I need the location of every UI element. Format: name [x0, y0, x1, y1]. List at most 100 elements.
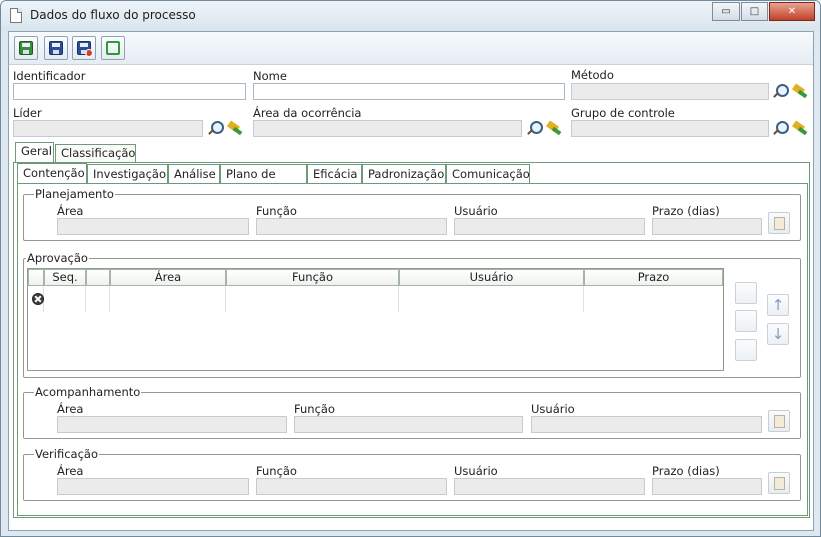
- refresh-icon: [106, 41, 120, 55]
- metodo-clear-button[interactable]: [790, 81, 810, 101]
- lider-clear-button[interactable]: [225, 118, 245, 138]
- acompanhamento-area-label: Área: [57, 402, 84, 416]
- add-record-button[interactable]: [735, 282, 757, 304]
- lider-input: [13, 120, 203, 137]
- subtab-investigacao[interactable]: Investigação: [87, 164, 168, 183]
- grid-header-prazo[interactable]: Prazo: [584, 269, 723, 286]
- toolbar: [9, 32, 813, 65]
- verificacao-prazo-input: [652, 478, 762, 495]
- save-button[interactable]: [14, 36, 38, 60]
- save-close-button[interactable]: [72, 36, 96, 60]
- planejamento-legend: Planejamento: [34, 187, 115, 201]
- save-as-icon: [49, 41, 63, 55]
- save-close-icon: [77, 41, 93, 57]
- area-search-button[interactable]: [524, 118, 544, 138]
- grupo-controle-input: [571, 120, 769, 137]
- title-bar: Dados do fluxo do processo ▭ □ ✕: [1, 1, 820, 31]
- delete-row-icon[interactable]: [32, 293, 44, 305]
- identificador-label: Identificador: [13, 69, 86, 83]
- aprovacao-legend: Aprovação: [26, 251, 89, 265]
- document-icon: [10, 8, 22, 23]
- subtab-comunicacao[interactable]: Comunicação: [446, 164, 530, 183]
- grupo-search-button[interactable]: [770, 118, 790, 138]
- edit-document-icon: [774, 415, 785, 428]
- close-badge-icon: [85, 49, 93, 57]
- metodo-label: Método: [571, 68, 614, 82]
- eraser-icon: [792, 121, 808, 135]
- table-cell: [110, 286, 226, 312]
- edit-document-icon: [774, 217, 785, 230]
- nome-input[interactable]: [253, 83, 565, 100]
- eraser-icon: [792, 84, 808, 98]
- verificacao-area-input: [57, 478, 249, 495]
- geral-panel: Contenção Investigação Análise Plano de …: [13, 162, 810, 518]
- save-icon: [19, 41, 33, 55]
- close-button[interactable]: ✕: [769, 2, 815, 21]
- grid-header-seq[interactable]: Seq.: [44, 269, 86, 286]
- area-ocorrencia-input: [253, 120, 522, 137]
- verificacao-usuario-input: [454, 478, 645, 495]
- subtab-analise[interactable]: Análise: [168, 164, 220, 183]
- acompanhamento-usuario-input: [531, 416, 762, 433]
- subtab-plano-de-acao[interactable]: Plano de ação: [220, 164, 307, 199]
- tab-classificacao[interactable]: Classificação: [55, 144, 136, 162]
- subtab-padronizacao[interactable]: Padronização: [362, 164, 446, 183]
- table-cell: [399, 286, 584, 312]
- save-as-button[interactable]: [44, 36, 68, 60]
- planejamento-funcao-input: [256, 218, 447, 235]
- acompanhamento-area-input: [57, 416, 287, 433]
- grid-header-area[interactable]: Área: [110, 269, 226, 286]
- area-clear-button[interactable]: [544, 118, 564, 138]
- move-up-button[interactable]: ↑: [767, 294, 789, 316]
- window: Dados do fluxo do processo ▭ □ ✕ Identif…: [0, 0, 821, 537]
- refresh-record-button[interactable]: [735, 310, 757, 332]
- grid-header-usuario[interactable]: Usuário: [399, 269, 584, 286]
- search-icon: [773, 121, 789, 135]
- subtab-contencao[interactable]: Contenção: [17, 163, 87, 183]
- maximize-button[interactable]: □: [741, 2, 768, 21]
- delete-record-button[interactable]: [735, 339, 757, 361]
- metodo-input: [571, 83, 769, 100]
- lider-search-button[interactable]: [205, 118, 225, 138]
- verificacao-usuario-label: Usuário: [454, 464, 498, 478]
- window-title: Dados do fluxo do processo: [30, 8, 196, 22]
- refresh-button[interactable]: [101, 36, 125, 60]
- grid-header-blank[interactable]: [86, 269, 110, 286]
- verificacao-edit-button[interactable]: [768, 472, 790, 494]
- planejamento-usuario-label: Usuário: [454, 204, 498, 218]
- metodo-search-button[interactable]: [770, 81, 790, 101]
- lider-label: Líder: [13, 106, 42, 120]
- acompanhamento-funcao-label: Função: [294, 402, 335, 416]
- subtab-eficacia[interactable]: Eficácia: [307, 164, 362, 183]
- table-cell: [44, 286, 86, 312]
- verificacao-area-label: Área: [57, 464, 84, 478]
- search-icon: [208, 121, 224, 135]
- verificacao-prazo-label: Prazo (dias): [652, 464, 720, 478]
- grupo-clear-button[interactable]: [790, 118, 810, 138]
- search-icon: [527, 121, 543, 135]
- verificacao-legend: Verificação: [34, 447, 99, 461]
- client-area: Identificador Nome Método Líder Área da …: [8, 31, 814, 531]
- aprovacao-table: Seq. Área Função Usuário Prazo: [27, 268, 724, 371]
- planejamento-area-input: [57, 218, 249, 235]
- acompanhamento-edit-button[interactable]: [768, 410, 790, 432]
- grid-header-funcao[interactable]: Função: [226, 269, 399, 286]
- acompanhamento-legend: Acompanhamento: [34, 385, 142, 399]
- table-row[interactable]: [28, 286, 44, 312]
- table-cell: [86, 286, 110, 312]
- acompanhamento-group: Acompanhamento Área Função Usuário: [23, 385, 801, 439]
- identificador-input[interactable]: [13, 83, 246, 100]
- planejamento-prazo-label: Prazo (dias): [652, 204, 720, 218]
- grupo-controle-label: Grupo de controle: [571, 106, 675, 120]
- table-cell: [226, 286, 399, 312]
- acompanhamento-usuario-label: Usuário: [531, 402, 575, 416]
- nome-label: Nome: [253, 69, 287, 83]
- acompanhamento-funcao-input: [294, 416, 523, 433]
- move-down-button[interactable]: ↓: [767, 323, 789, 345]
- grid-header-select: [28, 269, 44, 286]
- planejamento-funcao-label: Função: [256, 204, 297, 218]
- tab-geral[interactable]: Geral: [15, 142, 54, 162]
- minimize-button[interactable]: ▭: [712, 2, 740, 21]
- planejamento-edit-button[interactable]: [768, 212, 790, 234]
- planejamento-prazo-input: [652, 218, 762, 235]
